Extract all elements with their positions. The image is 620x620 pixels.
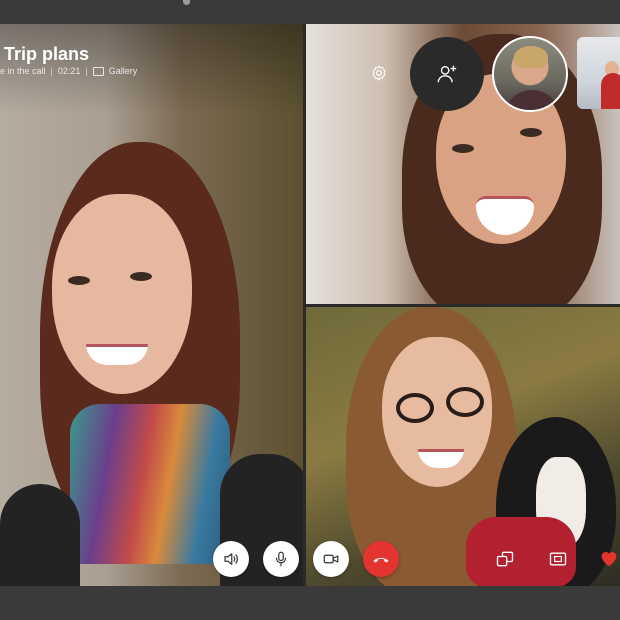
phone-hangup-icon — [373, 557, 389, 563]
participant-eye — [452, 144, 474, 153]
window-bottom-bar — [0, 586, 620, 620]
microphone-button[interactable] — [263, 541, 299, 577]
call-info: e in the call | 02:21 | Gallery — [0, 66, 137, 76]
participant-eye — [520, 128, 542, 137]
gallery-icon[interactable] — [92, 66, 104, 76]
settings-button[interactable] — [364, 58, 394, 88]
hang-up-button[interactable] — [363, 541, 399, 577]
add-participant-button[interactable] — [410, 37, 484, 111]
participant-glasses — [396, 393, 434, 423]
separator: | — [50, 66, 53, 76]
participant-jacket — [0, 484, 80, 586]
add-person-icon — [437, 65, 457, 83]
video-toggle-button[interactable] — [313, 541, 349, 577]
video-stage: Trip plans e in the call | 02:21 | Galle… — [0, 24, 620, 586]
microphone-icon — [275, 551, 287, 567]
screen-share-button[interactable] — [543, 544, 573, 574]
speaker-button[interactable] — [213, 541, 249, 577]
participant-eye — [68, 276, 90, 285]
participant-scarf — [70, 404, 230, 564]
speaker-icon — [224, 553, 238, 565]
reaction-button[interactable] — [596, 544, 620, 572]
call-status: e in the call — [0, 66, 46, 76]
avatar-body — [504, 90, 560, 110]
call-title: Trip plans — [4, 44, 90, 64]
switch-camera-button[interactable] — [490, 544, 520, 574]
window-top-bar — [0, 0, 620, 24]
self-video-avatar[interactable] — [492, 36, 568, 112]
video-camera-icon — [323, 554, 339, 564]
avatar-hair — [514, 46, 548, 68]
participant-preview-thumbnail[interactable] — [577, 37, 620, 109]
camera-notch — [183, 0, 190, 5]
participant-eye — [130, 272, 152, 281]
call-duration: 02:21 — [57, 66, 81, 76]
heart-icon — [601, 552, 617, 567]
separator: | — [85, 66, 88, 76]
participant-glasses — [446, 387, 484, 417]
switch-window-icon — [496, 551, 514, 567]
screen-share-icon — [549, 552, 567, 566]
gear-icon — [372, 65, 386, 81]
thumbnail-person-body — [601, 73, 620, 109]
view-mode-label[interactable]: Gallery — [109, 66, 138, 76]
